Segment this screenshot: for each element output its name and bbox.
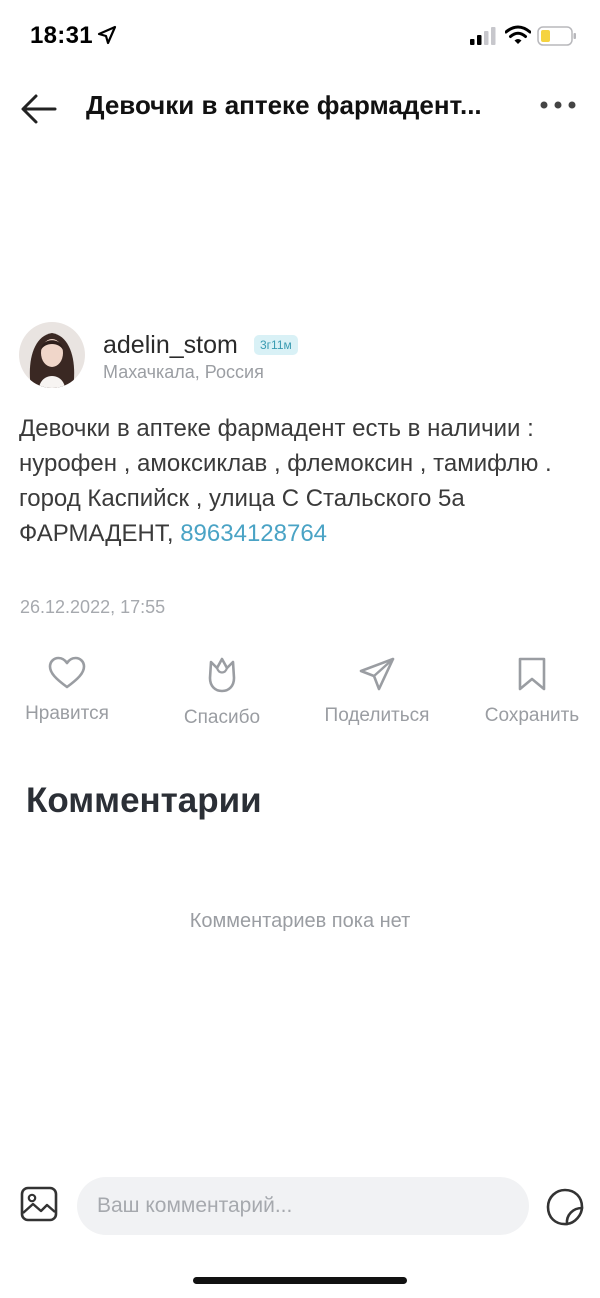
comment-input[interactable] bbox=[77, 1177, 529, 1235]
page-title: Девочки в аптеке фармадент... bbox=[86, 90, 482, 120]
back-arrow-icon[interactable] bbox=[20, 92, 58, 126]
status-time: 18:31 bbox=[30, 22, 93, 49]
thanks-label: Спасибо bbox=[183, 707, 261, 728]
comments-heading: Комментарии bbox=[26, 781, 262, 820]
like-button[interactable]: Нравится bbox=[2, 656, 132, 725]
avatar[interactable] bbox=[19, 322, 85, 388]
battery-icon bbox=[537, 26, 576, 46]
post-body: Девочки в аптеке фармадент есть в наличи… bbox=[19, 411, 584, 551]
share-button[interactable]: Поделиться bbox=[312, 656, 442, 727]
author-location: Махачкала, Россия bbox=[103, 362, 264, 382]
signal-icon bbox=[470, 27, 496, 45]
author-username[interactable]: adelin_stom bbox=[103, 331, 238, 360]
author-badge: 3г11м bbox=[254, 335, 298, 355]
send-icon bbox=[359, 657, 395, 691]
wifi-icon bbox=[505, 25, 531, 44]
save-button[interactable]: Сохранить bbox=[467, 656, 597, 727]
sticker-icon[interactable] bbox=[545, 1187, 585, 1227]
location-arrow-icon bbox=[97, 25, 117, 45]
save-label: Сохранить bbox=[484, 705, 580, 726]
share-label: Поделиться bbox=[324, 705, 430, 726]
no-comments-text: Комментариев пока нет bbox=[189, 910, 411, 932]
post-date: 26.12.2022, 17:55 bbox=[20, 597, 166, 617]
heart-icon bbox=[48, 656, 86, 689]
thanks-button[interactable]: Спасибо bbox=[157, 656, 287, 729]
bookmark-icon bbox=[518, 657, 546, 691]
home-indicator bbox=[193, 1277, 407, 1284]
phone-link[interactable]: 89634128764 bbox=[180, 516, 327, 551]
image-icon[interactable] bbox=[20, 1186, 58, 1222]
like-label: Нравится bbox=[25, 703, 109, 724]
tulip-icon bbox=[208, 657, 236, 693]
more-icon[interactable] bbox=[538, 95, 578, 115]
